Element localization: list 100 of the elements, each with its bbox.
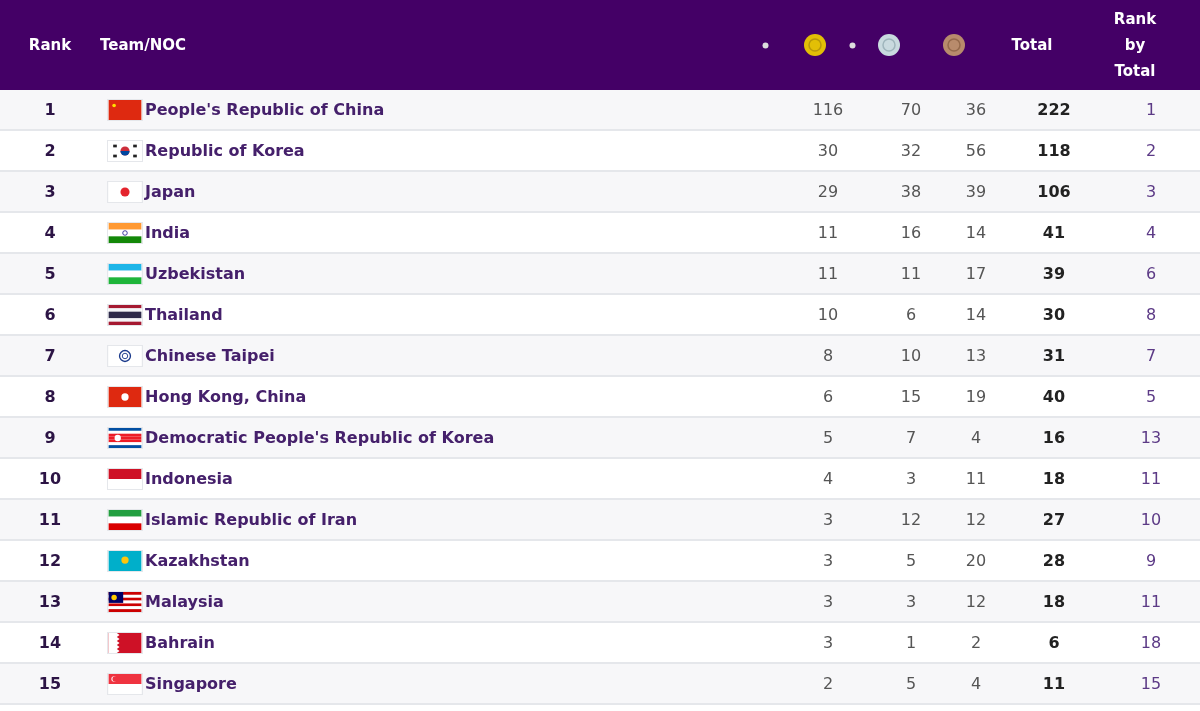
team-name[interactable]: Kazakhstan [145, 548, 250, 573]
medal-count-cell-text: 16 [900, 221, 922, 244]
medal-count-cell-text: 13 [965, 344, 987, 367]
medal-count-cell-text: 5 [905, 672, 917, 695]
medal-count-cell-text: 12 [900, 508, 922, 531]
rank-cell-text: 10 [38, 467, 62, 490]
rank-by-total-cell-text: 5 [1145, 385, 1157, 408]
rank-cell-text: 13 [38, 590, 62, 613]
medal-count-cell-text: 32 [900, 139, 922, 162]
flag-icon [107, 549, 143, 572]
medal-count-cell-text: 10 [900, 344, 922, 367]
team-name[interactable]: Malaysia [145, 589, 224, 614]
rank-by-total-cell-text: 3 [1145, 180, 1157, 203]
rank-cell-text: 7 [44, 344, 56, 367]
medal-count-cell-text: 14 [965, 221, 987, 244]
dot-icon [761, 41, 769, 49]
rank-cell-text: 4 [44, 221, 56, 244]
rank-cell-text: 15 [38, 672, 62, 695]
medal-count-cell-text: 38 [900, 180, 922, 203]
team-name[interactable]: India [145, 220, 191, 245]
flag-icon [107, 672, 143, 695]
total-cell-text: 27 [1042, 508, 1066, 531]
team-name[interactable]: Indonesia [145, 466, 233, 491]
medal-count-cell-text: 11 [900, 262, 922, 285]
flag-icon [107, 139, 143, 162]
medal-count-cell-text: 30 [817, 139, 839, 162]
flag-icon [107, 180, 143, 203]
rank-by-total-cell-text: 10 [1140, 508, 1162, 531]
medal-count-cell-text: 6 [905, 303, 917, 326]
rank-cell-text: 9 [44, 426, 56, 449]
total-cell-text: 6 [1048, 631, 1060, 654]
total-cell-text: 18 [1042, 467, 1066, 490]
total-cell-text: 18 [1042, 590, 1066, 613]
rank-by-total-cell-text: 2 [1145, 139, 1157, 162]
medal-count-cell-text: 39 [965, 180, 987, 203]
flag-icon [107, 508, 143, 531]
team-name[interactable]: Bahrain [145, 630, 215, 655]
column-header: Rank [1113, 9, 1157, 30]
flag-icon [107, 344, 143, 367]
rank-by-total-cell-text: 9 [1145, 549, 1157, 572]
medal-count-cell-text: 70 [900, 98, 922, 121]
total-cell-text: 222 [1037, 98, 1071, 121]
column-header: Rank [28, 34, 72, 56]
rank-cell-text: 8 [44, 385, 56, 408]
medal-count-cell-text: 19 [965, 385, 987, 408]
team-name[interactable]: People's Republic of China [145, 97, 385, 122]
column-header: Total [1011, 34, 1053, 56]
medal-count-cell-text: 56 [965, 139, 987, 162]
medal-count-cell-text: 1 [905, 631, 917, 654]
team-name[interactable]: Thailand [145, 302, 223, 327]
medal-count-cell-text: 36 [965, 98, 987, 121]
rank-cell-text: 5 [44, 262, 56, 285]
rank-by-total-cell-text: 11 [1140, 467, 1162, 490]
rank-by-total-cell-text: 8 [1145, 303, 1157, 326]
flag-icon [107, 385, 143, 408]
team-name[interactable]: Hong Kong, China [145, 384, 307, 409]
dot-icon [848, 41, 856, 49]
team-name[interactable]: Uzbekistan [145, 261, 246, 286]
total-cell-text: 41 [1042, 221, 1066, 244]
rank-cell-text: 1 [44, 98, 56, 121]
team-name[interactable]: Democratic People's Republic of Korea [145, 425, 495, 450]
flag-icon [107, 303, 143, 326]
flag-icon [107, 221, 143, 244]
medal-count-cell-text: 20 [965, 549, 987, 572]
flag-icon [107, 426, 143, 449]
medal-count-cell-text: 8 [822, 344, 834, 367]
rank-by-total-cell-text: 6 [1145, 262, 1157, 285]
medal-count-cell-text: 10 [817, 303, 839, 326]
flag-icon [107, 467, 143, 490]
rank-cell-text: 3 [44, 180, 56, 203]
medal-count-cell-text: 3 [822, 549, 834, 572]
medal-count-cell-text: 4 [970, 426, 982, 449]
total-cell-text: 106 [1037, 180, 1071, 203]
team-name[interactable]: Republic of Korea [145, 138, 305, 163]
team-name[interactable]: Japan [145, 179, 196, 204]
rank-cell-text: 14 [38, 631, 62, 654]
medal-count-cell-text: 3 [822, 508, 834, 531]
rank-by-total-cell-text: 15 [1140, 672, 1162, 695]
total-cell-text: 11 [1042, 672, 1066, 695]
medal-icon [877, 33, 901, 57]
medal-icon [803, 33, 827, 57]
rank-by-total-cell-text: 7 [1145, 344, 1157, 367]
medal-count-cell-text: 17 [965, 262, 987, 285]
team-name[interactable]: Singapore [145, 671, 237, 696]
team-name[interactable]: Chinese Taipei [145, 343, 275, 368]
medal-count-cell-text: 4 [822, 467, 834, 490]
medal-count-cell-text: 11 [965, 467, 987, 490]
medal-count-cell-text: 3 [905, 467, 917, 490]
team-name[interactable]: Islamic Republic of Iran [145, 507, 357, 532]
column-header: Team/NOC [100, 35, 186, 54]
medal-count-cell-text: 3 [822, 631, 834, 654]
rank-by-total-cell-text: 11 [1140, 590, 1162, 613]
rank-cell-text: 6 [44, 303, 56, 326]
total-cell-text: 118 [1037, 139, 1071, 162]
rank-by-total-cell-text: 4 [1145, 221, 1157, 244]
total-cell-text: 31 [1042, 344, 1066, 367]
medal-count-cell-text: 29 [817, 180, 839, 203]
medal-count-cell-text: 4 [970, 672, 982, 695]
medal-count-cell-text: 15 [900, 385, 922, 408]
medal-count-cell-text: 3 [905, 590, 917, 613]
